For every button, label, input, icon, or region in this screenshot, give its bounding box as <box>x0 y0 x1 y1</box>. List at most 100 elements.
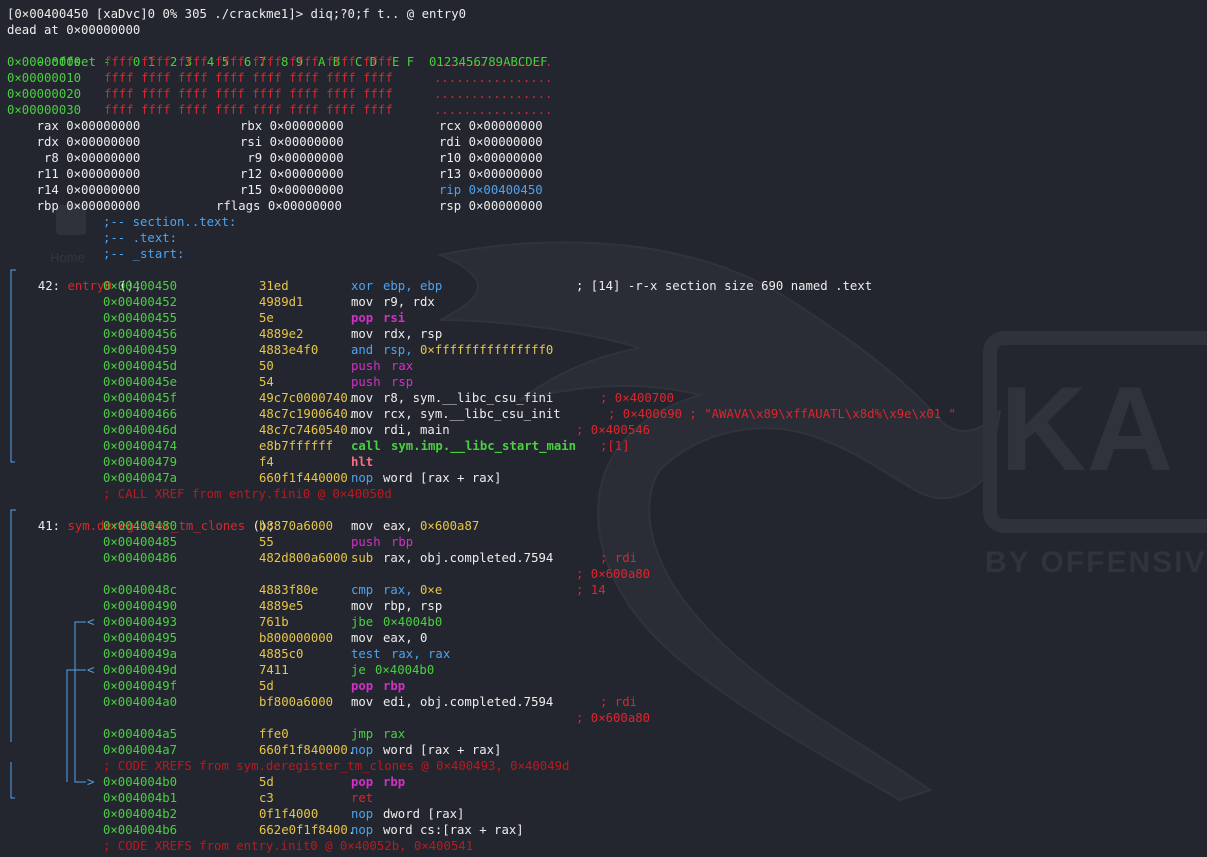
register-r12: r12 0×00000000 <box>240 167 344 181</box>
hex-ascii: ................ <box>434 87 553 101</box>
disasm-operands: rsp, 0×fffffffffffffff0 <box>383 343 554 357</box>
disasm-operands: word cs:[rax + rax] <box>383 823 524 837</box>
disasm-bytes: 4889e2 <box>259 327 304 341</box>
disasm-bytes: 662e0f1f8400. <box>259 823 356 837</box>
disasm-mnemonic: push <box>351 359 381 373</box>
disasm-mnemonic: call <box>351 439 381 453</box>
disasm-mnemonic: test <box>351 647 381 661</box>
flow-lines <box>10 269 86 799</box>
disasm-bytes: e8b7ffffff <box>259 439 334 453</box>
disasm-mnemonic: mov <box>351 631 374 645</box>
jump-line-jbe <box>74 621 86 783</box>
disasm-operands: rsi <box>383 311 406 325</box>
disasm-operands: rax <box>391 359 414 373</box>
disasm-comment: ; 0×400546 <box>576 423 651 437</box>
disasm-bytes: 55 <box>259 535 274 549</box>
disasm-operands: rax, obj.completed.7594 <box>383 551 554 565</box>
dragon-silhouette <box>436 241 1001 802</box>
disasm-operands: rsp <box>391 375 414 389</box>
disasm-mnemonic: push <box>351 375 381 389</box>
disasm-comment: ; 0×400700 <box>600 391 675 405</box>
hex-bytes: ffff ffff ffff ffff ffff ffff ffff ffff <box>104 71 393 85</box>
disasm-bytes: 4883f80e <box>259 583 319 597</box>
hex-ascii: ................ <box>434 71 553 85</box>
disasm-operands: rax, 0×e <box>383 583 443 597</box>
hex-ascii: ................ <box>434 103 553 117</box>
register-rsi: rsi 0×00000000 <box>240 135 344 149</box>
section-comment: ;-- section..text: <box>103 215 237 229</box>
register-r10: r10 0×00000000 <box>439 151 543 165</box>
disasm-operands: rcx, sym.__libc_csu_init <box>383 407 561 421</box>
disasm-mnemonic: nop <box>351 743 374 757</box>
jump-line-je <box>66 669 86 782</box>
disasm-operands: rbp, rsp <box>383 599 443 613</box>
disasm-mnemonic: mov <box>351 519 374 533</box>
function-bracket-deregister <box>10 509 16 742</box>
disasm-bytes: 5d <box>259 679 274 693</box>
disasm-mnemonic: and <box>351 343 374 357</box>
register-rflags: rflags 0×00000000 <box>216 199 342 213</box>
disasm-mnemonic: xor <box>351 279 374 293</box>
disasm-bytes: b8870a6000 <box>259 519 334 533</box>
hex-ascii: ................ <box>434 55 553 69</box>
hex-bytes: ffff ffff ffff ffff ffff ffff ffff ffff <box>104 55 393 69</box>
disasm-mnemonic: nop <box>351 471 374 485</box>
disasm-operands: ebp, ebp <box>383 279 443 293</box>
function-bracket-entry0 <box>10 269 16 463</box>
disasm-operands: rbp <box>383 679 406 693</box>
disasm-mnemonic: hlt <box>351 455 374 469</box>
disasm-mnemonic: mov <box>351 599 374 613</box>
disasm-bytes: f4 <box>259 455 274 469</box>
register-r13: r13 0×00000000 <box>439 167 543 181</box>
disasm-operands: 0×4004b0 <box>383 615 443 629</box>
disasm-bytes: 5d <box>259 775 274 789</box>
register-rsp: rsp 0×00000000 <box>439 199 543 213</box>
disasm-operands: edi, obj.completed.7594 <box>383 695 554 709</box>
register-rip: rip 0×00400450 <box>439 183 543 197</box>
disasm-bytes: ffe0 <box>259 727 289 741</box>
disasm-operands: sym.imp.__libc_start_main <box>391 439 577 453</box>
disasm-comment: ; 14 <box>576 583 606 597</box>
disasm-mnemonic: mov <box>351 407 374 421</box>
disasm-mnemonic: jbe <box>351 615 374 629</box>
disasm-comment-cont: ; 0×600a80 <box>576 567 651 581</box>
disasm-bytes: 48c7c7460540. <box>259 423 356 437</box>
disasm-bytes: b800000000 <box>259 631 334 645</box>
disasm-operands: rbp <box>383 775 406 789</box>
disasm-bytes: 660f1f840000. <box>259 743 356 757</box>
code-xref-comment: ; CODE XREFS from sym.deregister_tm_clon… <box>103 759 570 773</box>
code-xref-comment: ; CODE XREFS from entry.init0 @ 0×40052b… <box>103 839 474 853</box>
disasm-bytes: 31ed <box>259 279 289 293</box>
disasm-operands: rax <box>383 727 406 741</box>
register-r15: r15 0×00000000 <box>240 183 344 197</box>
disasm-bytes: 482d800a6000 <box>259 551 348 565</box>
disasm-mnemonic: pop <box>351 679 374 693</box>
disasm-bytes: 660f1f440000 <box>259 471 348 485</box>
disasm-operands: rdi, main <box>383 423 450 437</box>
disasm-comment: ; 0×400690 ; "AWAVA\x89\xffAUATL\x8d%\x9… <box>608 407 956 421</box>
disasm-bytes: 54 <box>259 375 274 389</box>
disasm-comment: ; rdi <box>600 551 638 565</box>
disasm-operands: r8, sym.__libc_csu_fini <box>383 391 554 405</box>
disasm-bytes: 4889e5 <box>259 599 304 613</box>
disasm-bytes: 48c7c1900640. <box>259 407 356 421</box>
disasm-comment: ; rdi <box>600 695 638 709</box>
disasm-mnemonic: mov <box>351 695 374 709</box>
disasm-mnemonic: je <box>351 663 366 677</box>
disasm-operands: 0×4004b0 <box>375 663 435 677</box>
disasm-mnemonic: cmp <box>351 583 374 597</box>
disasm-comment: ; [14] -r-x section size 690 named .text <box>576 279 873 293</box>
disasm-operands: rdx, rsp <box>383 327 443 341</box>
register-rcx: rcx 0×00000000 <box>439 119 543 133</box>
disasm-bytes: 0f1f4000 <box>259 807 319 821</box>
disasm-bytes: 4883e4f0 <box>259 343 319 357</box>
disasm-mnemonic: mov <box>351 391 374 405</box>
disasm-mnemonic: mov <box>351 295 374 309</box>
disasm-bytes: 4989d1 <box>259 295 304 309</box>
disasm-bytes: bf800a6000 <box>259 695 334 709</box>
disasm-operands: word [rax + rax] <box>383 471 502 485</box>
register-rbx: rbx 0×00000000 <box>240 119 344 133</box>
disasm-mnemonic: sub <box>351 551 374 565</box>
register-rdi: rdi 0×00000000 <box>439 135 543 149</box>
disasm-mnemonic: pop <box>351 311 374 325</box>
